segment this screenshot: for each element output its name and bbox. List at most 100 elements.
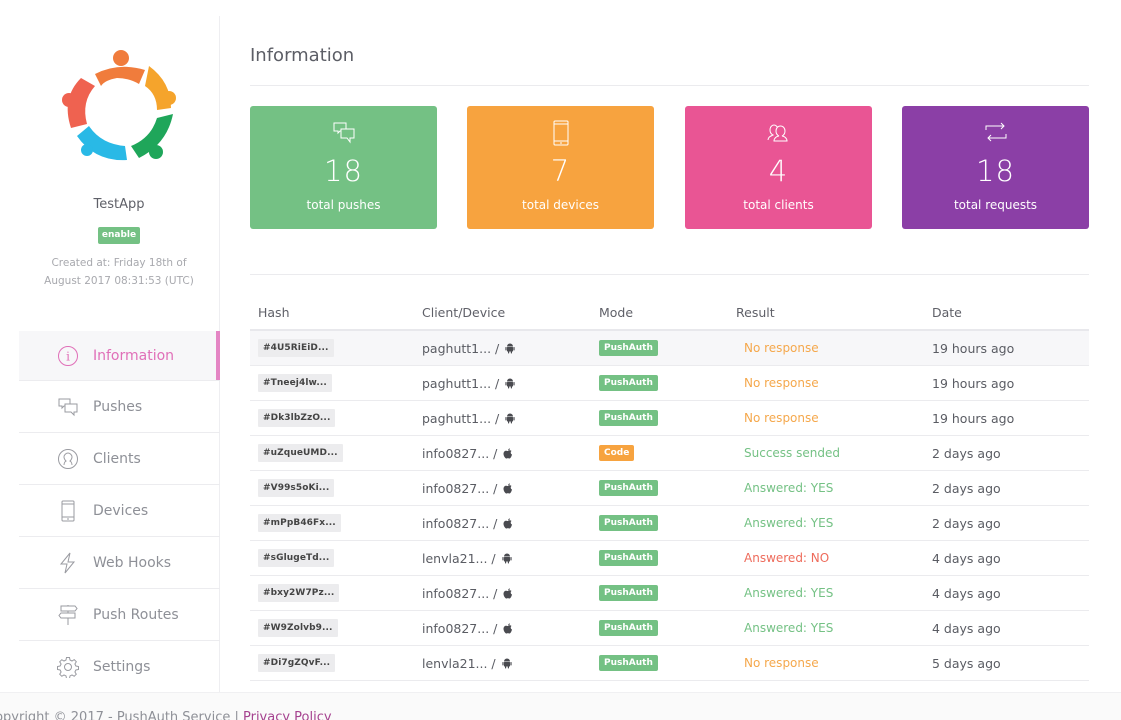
client-device-cell: lenvla21... /	[422, 541, 512, 575]
stat-value: 7	[550, 154, 571, 188]
client-name[interactable]: info0827... /	[422, 621, 497, 636]
table-row[interactable]: #uZqueUMD... info0827... / Code Success sen…	[250, 436, 1089, 471]
table-row[interactable]: #W9Zolvb9... info0827... / PushAuth Answere…	[250, 611, 1089, 646]
mode-cell: PushAuth	[599, 401, 658, 435]
hash-code[interactable]: #4U5RiEiD...	[258, 339, 334, 357]
date-text: 4 days ago	[932, 620, 1001, 636]
hash-code[interactable]: #Di7gZQvF...	[258, 654, 336, 672]
result-text: No response	[744, 656, 819, 670]
hash-code[interactable]: #Tneej4lw...	[258, 374, 332, 392]
mode-badge: PushAuth	[599, 655, 658, 671]
table-row[interactable]: #Di7gZQvF... lenvla21... / PushAuth No resp…	[250, 646, 1089, 681]
stat-card-requests[interactable]: 18 total requests	[902, 106, 1089, 229]
client-name[interactable]: lenvla21... /	[422, 551, 496, 566]
hash-code[interactable]: #uZqueUMD...	[258, 444, 343, 462]
result-text: Answered: YES	[744, 586, 834, 600]
result-cell: No response	[736, 366, 819, 400]
hash-code[interactable]: #mPpB46Fx...	[258, 514, 341, 532]
mode-cell: PushAuth	[599, 611, 658, 645]
sidebar-item-web-hooks[interactable]: Web Hooks	[19, 537, 220, 589]
stat-label: total pushes	[306, 198, 381, 212]
result-text: Answered: NO	[744, 551, 830, 565]
date-cell: 2 days ago	[932, 436, 1001, 470]
sidebar-item-push-routes[interactable]: Push Routes	[19, 589, 220, 641]
date-text: 2 days ago	[932, 480, 1001, 496]
client-name[interactable]: info0827... /	[422, 481, 497, 496]
android-icon	[502, 658, 512, 669]
client-name[interactable]: info0827... /	[422, 446, 497, 461]
client-name[interactable]: info0827... /	[422, 516, 497, 531]
client-device-cell: info0827... /	[422, 611, 513, 645]
exchange-icon	[902, 120, 1089, 146]
mode-badge: PushAuth	[599, 340, 658, 356]
table-row[interactable]: #Tneej4lw... paghutt1... / PushAuth No resp…	[250, 366, 1089, 401]
stat-card-clients[interactable]: 4 total clients	[685, 106, 872, 229]
date-cell: 19 hours ago	[932, 331, 1014, 365]
hash-cell: #Dk3lbZzO...	[258, 401, 336, 435]
table-row[interactable]: #bxy2W7Pz... info0827... / PushAuth Answere…	[250, 576, 1089, 611]
column-header-mode: Mode	[599, 305, 634, 320]
column-header-client-device: Client/Device	[422, 305, 506, 320]
client-name[interactable]: lenvla21... /	[422, 656, 496, 671]
table-row[interactable]: #mPpB46Fx... info0827... / PushAuth Answere…	[250, 506, 1089, 541]
table-row[interactable]: #Dk3lbZzO... paghutt1... / PushAuth No resp…	[250, 401, 1089, 436]
column-header-hash: Hash	[258, 305, 290, 320]
client-name[interactable]: paghutt1... /	[422, 411, 499, 426]
stat-card-pushes[interactable]: 18 total pushes	[250, 106, 437, 229]
android-icon	[505, 343, 515, 354]
date-text: 19 hours ago	[932, 340, 1015, 356]
table-row[interactable]: #4U5RiEiD... paghutt1... / PushAuth No resp…	[250, 331, 1089, 366]
sidebar-item-clients[interactable]: Clients	[19, 433, 220, 485]
stat-label: total devices	[522, 198, 599, 212]
sidebar-item-pushes[interactable]: Pushes	[19, 381, 220, 433]
stat-value: 18	[324, 154, 363, 188]
client-device-cell: info0827... /	[422, 471, 513, 505]
table-row[interactable]: #sGlugeTd... lenvla21... / PushAuth Answere…	[250, 541, 1089, 576]
result-cell: Success sended	[736, 436, 840, 470]
lightning-icon	[57, 552, 79, 574]
chat-bubbles-icon	[57, 396, 79, 418]
sidebar-item-devices[interactable]: Devices	[19, 485, 220, 537]
sidebar-item-settings[interactable]: Settings	[19, 641, 220, 693]
sidebar-item-label: Settings	[93, 658, 151, 675]
hash-code[interactable]: #V99s5oKi...	[258, 479, 335, 497]
phone-icon	[57, 500, 79, 522]
result-cell: Answered: YES	[736, 471, 833, 505]
table-row[interactable]: #V99s5oKi... info0827... / PushAuth Answere…	[250, 471, 1089, 506]
apple-icon	[503, 517, 513, 529]
privacy-policy-link[interactable]: Privacy Policy	[243, 710, 332, 720]
client-name[interactable]: info0827... /	[422, 586, 497, 601]
stat-card-devices[interactable]: 7 total devices	[467, 106, 654, 229]
hash-cell: #Di7gZQvF...	[258, 646, 336, 680]
column-header-date: Date	[932, 305, 962, 320]
client-name[interactable]: paghutt1... /	[422, 341, 499, 356]
section-divider	[250, 274, 1089, 275]
sidebar-item-information[interactable]: i Information	[19, 331, 220, 381]
date-cell: 5 days ago	[932, 646, 1001, 680]
table-body: #4U5RiEiD... paghutt1... / PushAuth No resp…	[250, 331, 1089, 681]
sidebar-item-label: Push Routes	[93, 606, 179, 623]
result-text: Success sended	[744, 446, 840, 460]
mode-cell: PushAuth	[599, 331, 658, 365]
hash-code[interactable]: #bxy2W7Pz...	[258, 584, 340, 602]
client-device-cell: info0827... /	[422, 436, 513, 470]
result-text: No response	[744, 341, 819, 355]
mode-cell: PushAuth	[599, 576, 658, 610]
mode-cell: PushAuth	[599, 366, 658, 400]
mode-badge: PushAuth	[599, 620, 658, 636]
client-device-cell: paghutt1... /	[422, 366, 515, 400]
client-name[interactable]: paghutt1... /	[422, 376, 499, 391]
hash-code[interactable]: #Dk3lbZzO...	[258, 409, 336, 427]
apple-icon	[503, 482, 513, 494]
date-cell: 4 days ago	[932, 611, 1001, 645]
sidebar-item-label: Clients	[93, 450, 141, 467]
hash-code[interactable]: #W9Zolvb9...	[258, 619, 338, 637]
gear-icon	[57, 656, 79, 678]
hash-code[interactable]: #sGlugeTd...	[258, 549, 335, 567]
title-divider	[250, 85, 1089, 86]
footer: Copyright © 2017 - PushAuth Service | Pr…	[0, 692, 1121, 720]
client-device-cell: lenvla21... /	[422, 646, 512, 680]
sidebar-item-label: Devices	[93, 502, 149, 519]
result-cell: Answered: YES	[736, 506, 833, 540]
mode-badge: PushAuth	[599, 550, 658, 566]
